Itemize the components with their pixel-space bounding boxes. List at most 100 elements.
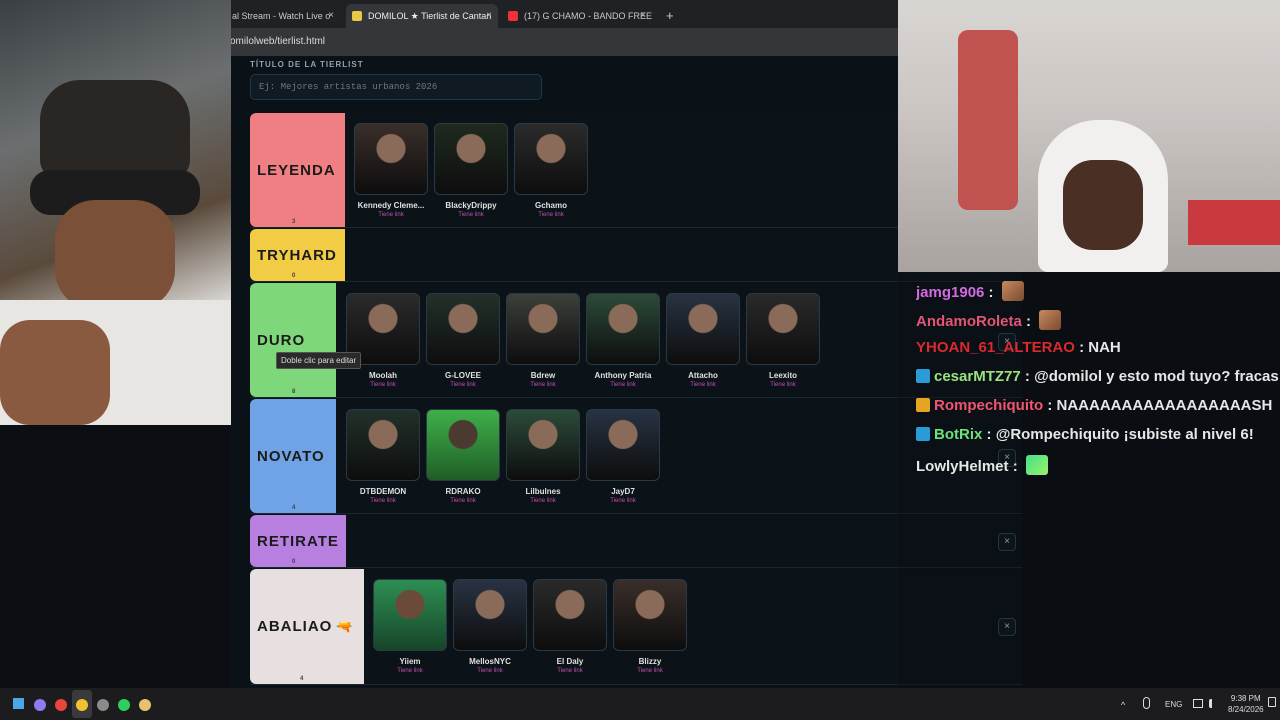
volume-icon[interactable] <box>1209 699 1218 708</box>
face-shape <box>1063 160 1143 250</box>
artist-name: Anthony Patria <box>594 371 652 380</box>
face-shape <box>55 200 175 310</box>
artist-name: MellosNYC <box>469 657 511 666</box>
obs-icon[interactable] <box>97 699 109 711</box>
tier-label-leyenda[interactable]: LEYENDA 3 <box>250 113 345 227</box>
windows-start-icon[interactable] <box>13 698 24 709</box>
chrome-icon[interactable] <box>55 699 67 711</box>
tier-name: RETIRATE <box>257 532 339 550</box>
artist-card[interactable]: Lilbulnes Tiene link <box>506 409 580 504</box>
discord-icon[interactable] <box>34 699 46 711</box>
chat-separator: : <box>984 284 998 301</box>
red-object-shape <box>1188 200 1280 245</box>
clock-time: 9:38 PM <box>1230 694 1261 703</box>
close-icon[interactable]: × <box>640 4 646 28</box>
close-icon[interactable]: × <box>486 4 492 28</box>
tier-count: 4 <box>300 676 305 682</box>
microphone-icon[interactable] <box>1143 697 1150 709</box>
new-tab-button[interactable]: + <box>662 4 682 28</box>
notification-icon[interactable] <box>1268 697 1276 707</box>
gun-emoji: 🔫 <box>336 618 354 634</box>
artist-card[interactable]: DTBDEMON Tiene link <box>346 409 420 504</box>
artist-card[interactable]: Leexito Tiene link <box>746 293 820 388</box>
artist-photo <box>506 409 580 481</box>
chat-username[interactable]: YHOAN_61_ALTERAO <box>916 339 1075 356</box>
artist-card[interactable]: MellosNYC Tiene link <box>453 579 527 674</box>
chat-username[interactable]: LowlyHelmet <box>916 458 1009 475</box>
artist-link-label: Tiene link <box>450 382 476 388</box>
artist-link-label: Tiene link <box>538 212 564 218</box>
artist-name: BlackyDrippy <box>445 201 497 210</box>
tier-label-abaliao[interactable]: ABALIAO 🔫 4 <box>250 569 364 684</box>
artist-card[interactable]: El Daly Tiene link <box>533 579 607 674</box>
artist-card[interactable]: Gchamo Tiene link <box>514 123 588 218</box>
chat-emote-icon <box>1025 455 1048 475</box>
artist-name: Blizzy <box>638 657 662 666</box>
artist-card[interactable]: RDRAKO Tiene link <box>426 409 500 504</box>
tab-tierlist-title: DOMILOL ★ Tierlist de Cantan <box>368 11 492 21</box>
clock-date: 8/24/2026 <box>1228 705 1264 714</box>
address-bar[interactable]: omilolweb/tierlist.html <box>230 28 898 56</box>
artist-photo <box>586 293 660 365</box>
artist-link-label: Tiene link <box>637 668 663 674</box>
artist-card[interactable]: JayD7 Tiene link <box>586 409 660 504</box>
network-icon[interactable] <box>1193 699 1203 708</box>
tab-tierlist[interactable]: DOMILOL ★ Tierlist de Cantan × <box>346 4 498 28</box>
tier-label-tryhard[interactable]: TRYHARD 0 <box>250 229 345 281</box>
chat-message: BotRix : @Rompechiquito ¡subiste al nive… <box>916 426 1280 443</box>
artist-card[interactable]: BlackyDrippy Tiene link <box>434 123 508 218</box>
artist-photo <box>434 123 508 195</box>
artist-link-label: Tiene link <box>458 212 484 218</box>
artist-name: DTBDEMON <box>359 487 407 496</box>
tier-name: TRYHARD <box>257 246 337 264</box>
chat-username[interactable]: AndamoRoleta <box>916 313 1022 330</box>
artist-name: G-LOVEE <box>444 371 481 380</box>
chat-username[interactable]: jamg1906 <box>916 284 984 301</box>
artist-card[interactable]: Bdrew Tiene link <box>506 293 580 388</box>
close-icon[interactable]: × <box>328 4 334 28</box>
tierlist-title-input[interactable] <box>250 74 542 100</box>
chat-username[interactable]: BotRix <box>934 426 982 443</box>
hanging-clothes-shape <box>958 30 1018 210</box>
chat-badge-icon <box>916 369 930 383</box>
artist-link-label: Tiene link <box>530 498 556 504</box>
artist-photo <box>506 293 580 365</box>
app-icon[interactable] <box>139 699 151 711</box>
taskbar <box>0 688 1280 720</box>
spotify-icon[interactable] <box>118 699 130 711</box>
artist-card[interactable]: Moolah Tiene link <box>346 293 420 388</box>
chrome-icon[interactable] <box>76 699 88 711</box>
artist-photo <box>514 123 588 195</box>
tier-label-retirate[interactable]: RETIRATE 0 <box>250 515 346 567</box>
artist-name: Lilbulnes <box>525 487 561 496</box>
artist-photo <box>373 579 447 651</box>
tab-stream[interactable]: al Stream - Watch Live o × <box>230 4 340 28</box>
artist-card[interactable]: Blizzy Tiene link <box>613 579 687 674</box>
chat-username[interactable]: Rompechiquito <box>934 397 1043 414</box>
chevron-up-icon[interactable]: ^ <box>1121 700 1125 710</box>
chat-message: Rompechiquito : NAAAAAAAAAAAAAAAAASH <box>916 397 1280 414</box>
artist-card[interactable]: Anthony Patria Tiene link <box>586 293 660 388</box>
artist-card[interactable]: Kennedy Cleme... Tiene link <box>354 123 428 218</box>
tier-label-novato[interactable]: NOVATO 4 <box>250 399 336 513</box>
tab-youtube[interactable]: (17) G CHAMO - BANDO FREES × <box>502 4 652 28</box>
artist-card[interactable]: Attacho Tiene link <box>666 293 740 388</box>
artist-name: RDRAKO <box>445 487 481 496</box>
chat-emote-icon <box>1001 281 1024 301</box>
chat-text: @domilol y esto mod tuyo? fracas <box>1034 368 1279 385</box>
artist-link-label: Tiene link <box>397 668 423 674</box>
clock[interactable]: 9:38 PM 8/24/2026 <box>1228 693 1264 715</box>
moon-icon <box>352 11 362 21</box>
chat-message: AndamoRoleta : <box>916 310 1280 330</box>
url-text: omilolweb/tierlist.html <box>230 36 326 47</box>
chat-username[interactable]: cesarMTZ77 <box>934 368 1021 385</box>
tier-label-duro[interactable]: DURO 8 <box>250 283 336 397</box>
artist-card[interactable]: Yiiem Tiene link <box>373 579 447 674</box>
tier-count: 0 <box>292 273 297 279</box>
tier-name: LEYENDA <box>257 161 336 179</box>
artist-link-label: Tiene link <box>370 498 396 504</box>
language-indicator[interactable]: ENG <box>1165 700 1182 709</box>
artist-link-label: Tiene link <box>610 382 636 388</box>
artist-photo <box>533 579 607 651</box>
artist-card[interactable]: G-LOVEE Tiene link <box>426 293 500 388</box>
